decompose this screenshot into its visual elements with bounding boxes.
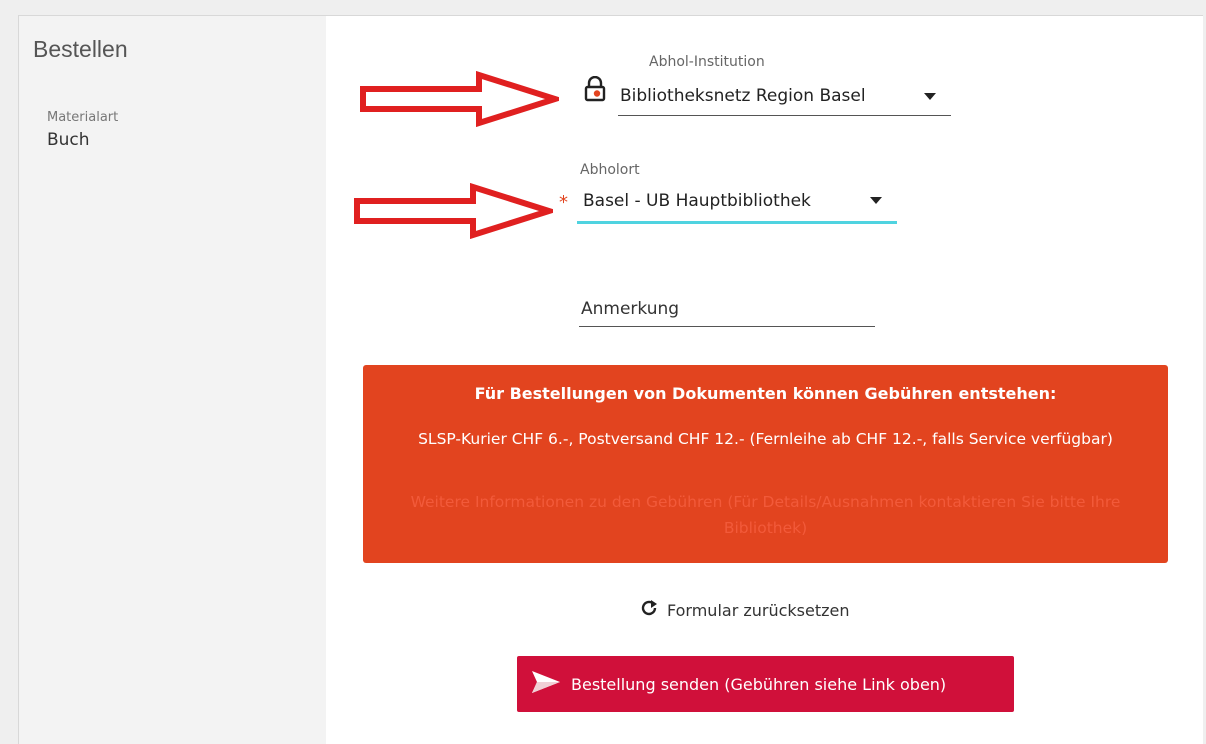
sidebar: Bestellen Materialart Buch bbox=[19, 16, 326, 744]
required-mark: * bbox=[559, 192, 568, 213]
send-request-label: Bestellung senden (Gebühren siehe Link o… bbox=[571, 674, 947, 694]
reset-form-button[interactable]: Formular zurücksetzen bbox=[639, 598, 850, 622]
annotation-arrow-institution bbox=[359, 71, 559, 127]
fee-info-link[interactable]: Weitere Informationen zu den Gebühren (F… bbox=[403, 489, 1128, 541]
reset-form-label: Formular zurücksetzen bbox=[667, 600, 850, 620]
note-field[interactable] bbox=[579, 326, 875, 327]
institution-label: Abhol-Institution bbox=[649, 54, 765, 70]
refresh-icon bbox=[639, 598, 659, 622]
caret-down-icon[interactable] bbox=[924, 93, 936, 100]
paper-plane-icon bbox=[531, 670, 561, 698]
send-request-button[interactable]: Bestellung senden (Gebühren siehe Link o… bbox=[517, 656, 1014, 712]
institution-underline bbox=[618, 115, 951, 116]
fee-notice-title: Für Bestellungen von Dokumenten können G… bbox=[474, 384, 1057, 403]
annotation-arrow-pickup bbox=[353, 183, 553, 239]
fee-notice: Für Bestellungen von Dokumenten können G… bbox=[363, 365, 1168, 563]
note-field-label: Anmerkung bbox=[581, 299, 680, 319]
material-type-label: Materialart bbox=[47, 110, 119, 125]
pickup-select[interactable]: Basel - UB Hauptbibliothek bbox=[583, 191, 811, 211]
request-panel: Bestellen Materialart Buch Abhol-Institu… bbox=[18, 15, 1203, 744]
lock-icon bbox=[584, 75, 606, 106]
page-title: Bestellen bbox=[33, 36, 128, 62]
pickup-underline-focused bbox=[577, 221, 897, 224]
material-type-value: Buch bbox=[47, 130, 90, 150]
fee-notice-body: SLSP-Kurier CHF 6.-, Postversand CHF 12.… bbox=[418, 430, 1113, 448]
institution-select[interactable]: Bibliotheksnetz Region Basel bbox=[620, 86, 866, 106]
caret-down-icon[interactable] bbox=[870, 197, 882, 204]
pickup-label: Abholort bbox=[580, 162, 640, 178]
